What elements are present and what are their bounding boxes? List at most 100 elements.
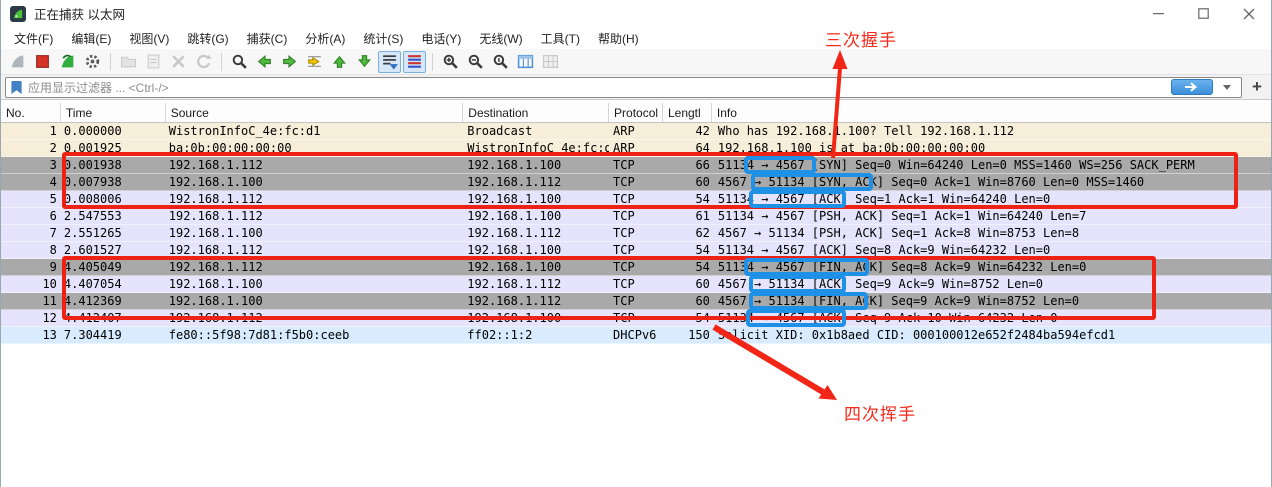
menu-view[interactable]: 视图(V) [120, 27, 178, 50]
colorize-button[interactable] [403, 51, 426, 73]
toolbar-separator [221, 53, 222, 71]
cell-destination: 192.168.1.112 [463, 276, 609, 292]
filter-dropdown-caret[interactable] [1223, 85, 1231, 90]
cell-source: 192.168.1.112 [166, 157, 464, 173]
packet-row-1[interactable]: 10.000000WistronInfoC_4e:fc:d1BroadcastA… [1, 123, 1271, 140]
cell-no: 12 [1, 310, 61, 326]
save-file-button [142, 51, 165, 73]
zoom-in-button[interactable] [439, 51, 462, 73]
close-file-icon [170, 53, 187, 70]
auto-scroll-button[interactable] [378, 51, 401, 73]
cell-no: 7 [1, 225, 61, 241]
packet-rows: 10.000000WistronInfoC_4e:fc:d1BroadcastA… [1, 123, 1271, 344]
column-header-info[interactable]: Info [712, 103, 1271, 122]
resize-columns-icon [517, 53, 534, 70]
menu-statistics[interactable]: 统计(S) [354, 27, 412, 50]
capture-options-button[interactable] [81, 51, 104, 73]
cell-protocol: TCP [609, 174, 663, 190]
cell-destination: Broadcast [463, 123, 609, 139]
cell-length: 42 [663, 123, 712, 139]
packet-row-6[interactable]: 62.547553192.168.1.112192.168.1.100TCP61… [1, 208, 1271, 225]
go-first-icon [331, 53, 348, 70]
menu-file[interactable]: 文件(F) [5, 27, 62, 50]
wireshark-logo-icon [10, 6, 26, 22]
cell-length: 54 [663, 259, 712, 275]
close-icon [1243, 8, 1255, 20]
cell-no: 1 [1, 123, 61, 139]
cell-destination: ff02::1:2 [463, 327, 609, 343]
menu-tools[interactable]: 工具(T) [532, 27, 589, 50]
cell-source: 192.168.1.112 [166, 191, 464, 207]
add-filter-button[interactable]: + [1247, 77, 1267, 97]
maximize-button[interactable] [1181, 0, 1226, 27]
packet-row-5[interactable]: 50.008006192.168.1.112192.168.1.100TCP54… [1, 191, 1271, 208]
go-forward-button[interactable] [278, 51, 301, 73]
stop-capture-button[interactable] [31, 51, 54, 73]
cell-protocol: TCP [609, 208, 663, 224]
find-packet-button[interactable] [228, 51, 251, 73]
cell-time: 2.551265 [61, 225, 166, 241]
go-back-button[interactable] [253, 51, 276, 73]
menu-go[interactable]: 跳转(G) [178, 27, 237, 50]
column-header-time[interactable]: Time [61, 103, 166, 122]
column-header-no[interactable]: No. [1, 103, 61, 122]
packet-row-4[interactable]: 40.007938192.168.1.100192.168.1.112TCP60… [1, 174, 1271, 191]
fixed-columns-button [539, 51, 562, 73]
toolbar-separator [432, 53, 433, 71]
packet-list: No. Time Source Destination Protocol Len… [1, 103, 1271, 487]
cell-info: 4567 → 51134 [SYN, ACK] Seq=0 Ack=1 Win=… [712, 174, 1271, 190]
go-to-packet-button[interactable] [303, 51, 326, 73]
display-filter-input[interactable]: 应用显示过滤器 ... <Ctrl-/> [5, 77, 1242, 98]
column-header-length[interactable]: Lengtl [663, 103, 712, 122]
cell-length: 54 [663, 310, 712, 326]
auto-scroll-icon [381, 53, 398, 70]
cell-time: 2.547553 [61, 208, 166, 224]
restart-capture-button[interactable] [56, 51, 79, 73]
zoom-reset-button[interactable] [489, 51, 512, 73]
resize-columns-button[interactable] [514, 51, 537, 73]
packet-row-9[interactable]: 94.405049192.168.1.112192.168.1.100TCP54… [1, 259, 1271, 276]
colorize-icon [406, 53, 423, 70]
packet-row-13[interactable]: 137.304419fe80::5f98:7d81:f5b0:ceebff02:… [1, 327, 1271, 344]
cell-info: 4567 → 51134 [FIN, ACK] Seq=9 Ack=9 Win=… [712, 293, 1271, 309]
packet-row-2[interactable]: 20.001925ba:0b:00:00:00:00WistronInfoC_4… [1, 140, 1271, 157]
close-button[interactable] [1226, 0, 1271, 27]
go-first-button[interactable] [328, 51, 351, 73]
menu-wireless[interactable]: 无线(W) [470, 27, 531, 50]
column-header-destination[interactable]: Destination [463, 103, 609, 122]
packet-row-12[interactable]: 124.412407192.168.1.112192.168.1.100TCP5… [1, 310, 1271, 327]
cell-length: 60 [663, 276, 712, 292]
cell-length: 61 [663, 208, 712, 224]
packet-row-10[interactable]: 104.407054192.168.1.100192.168.1.112TCP6… [1, 276, 1271, 293]
bookmark-icon[interactable] [10, 80, 23, 95]
cell-protocol: ARP [609, 123, 663, 139]
menu-capture[interactable]: 捕获(C) [238, 27, 297, 50]
cell-time: 0.008006 [61, 191, 166, 207]
cell-no: 6 [1, 208, 61, 224]
go-last-button[interactable] [353, 51, 376, 73]
cell-time: 0.000000 [61, 123, 166, 139]
menu-analyze[interactable]: 分析(A) [296, 27, 354, 50]
menu-telephony[interactable]: 电话(Y) [412, 27, 470, 50]
cell-info: 51134 → 4567 [ACK] Seq=8 Ack=9 Win=64232… [712, 242, 1271, 258]
toolbar-separator [110, 53, 111, 71]
apply-filter-button[interactable] [1171, 79, 1213, 95]
capture-options-icon [84, 53, 101, 70]
packet-row-3[interactable]: 30.001938192.168.1.112192.168.1.100TCP66… [1, 157, 1271, 174]
menu-help[interactable]: 帮助(H) [589, 27, 648, 50]
zoom-out-button[interactable] [464, 51, 487, 73]
cell-protocol: DHCPv6 [609, 327, 663, 343]
column-header-protocol[interactable]: Protocol [609, 103, 663, 122]
cell-length: 60 [663, 174, 712, 190]
cell-info: 4567 → 51134 [ACK] Seq=9 Ack=9 Win=8752 … [712, 276, 1271, 292]
stop-capture-icon [34, 53, 51, 70]
packet-row-8[interactable]: 82.601527192.168.1.112192.168.1.100TCP54… [1, 242, 1271, 259]
wireshark-window: 正在捕获 以太网 文件(F)编辑(E)视图(V)跳转(G)捕获(C)分析(A)统… [0, 0, 1272, 487]
go-to-packet-icon [306, 53, 323, 70]
menu-edit[interactable]: 编辑(E) [62, 27, 120, 50]
column-header-source[interactable]: Source [166, 103, 464, 122]
packet-row-11[interactable]: 114.412369192.168.1.100192.168.1.112TCP6… [1, 293, 1271, 310]
cell-time: 2.601527 [61, 242, 166, 258]
packet-row-7[interactable]: 72.551265192.168.1.100192.168.1.112TCP62… [1, 225, 1271, 242]
minimize-button[interactable] [1136, 0, 1181, 27]
